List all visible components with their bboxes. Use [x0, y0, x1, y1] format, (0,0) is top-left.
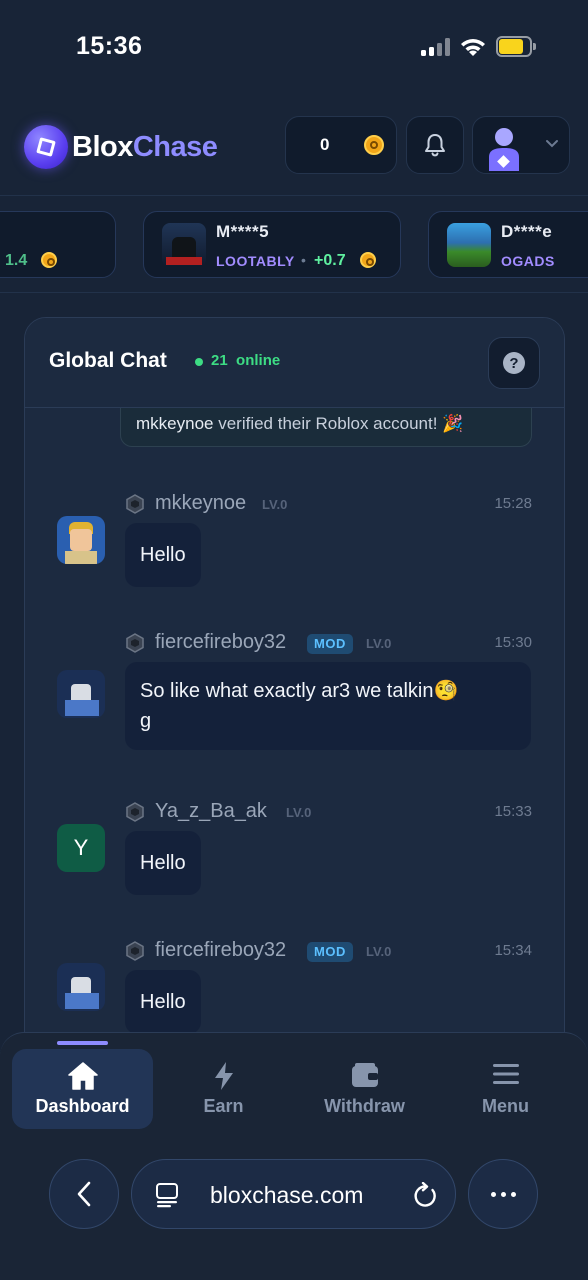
logo-text-chase: Chase: [132, 130, 218, 163]
question-icon: ?: [503, 352, 525, 374]
level-badge: LV.0: [262, 497, 288, 512]
nav-menu[interactable]: Menu: [435, 1049, 576, 1129]
message-bubble: Hello: [125, 523, 201, 587]
more-dot-icon: [510, 1191, 516, 1197]
online-count: 21 online: [211, 352, 280, 369]
bell-icon: [425, 134, 445, 157]
message-text-line: g: [140, 710, 152, 732]
profile-menu-button[interactable]: [472, 116, 570, 174]
nav-dashboard[interactable]: Dashboard: [12, 1049, 153, 1129]
more-dot-icon: [490, 1191, 496, 1197]
menu-icon: [492, 1064, 519, 1084]
ticker-item-thumbnail: [447, 223, 491, 267]
message-username[interactable]: fiercefireboy32: [155, 939, 286, 962]
global-chat-panel: Global Chat 21 online ? mkkeynoe verifie…: [24, 317, 565, 1117]
message-time: 15:34: [494, 942, 532, 959]
mod-badge: MOD: [307, 634, 353, 654]
online-indicator-icon: [195, 358, 203, 366]
avatar[interactable]: [57, 963, 105, 1011]
ticker-item-thumbnail: [162, 223, 206, 267]
level-badge: LV.0: [366, 636, 392, 651]
wallet-icon: [351, 1063, 378, 1087]
logo-mark-icon: [24, 125, 68, 169]
system-message-user[interactable]: mkkeynoe: [136, 414, 213, 433]
ticker-card[interactable]: 1.4: [0, 211, 116, 278]
browser-toolbar: bloxchase.com: [0, 1128, 588, 1280]
rank-badge-icon: [126, 633, 144, 653]
ticker-amount: 1.4: [5, 252, 28, 269]
ticker-source: LOOTABLY: [216, 253, 295, 269]
level-badge: LV.0: [366, 944, 392, 959]
nav-label: Withdraw: [324, 1096, 405, 1116]
more-dot-icon: [500, 1191, 506, 1197]
message-username[interactable]: fiercefireboy32: [155, 631, 286, 654]
avatar[interactable]: Y: [57, 824, 105, 872]
level-badge: LV.0: [286, 805, 312, 820]
system-message-text: verified their Roblox account!: [213, 414, 443, 433]
bolt-icon: [214, 1062, 233, 1090]
message-time: 15:30: [494, 634, 532, 651]
coin-icon: [364, 135, 384, 155]
url-text: bloxchase.com: [210, 1182, 364, 1208]
nav-label: Dashboard: [35, 1096, 130, 1116]
chat-header: Global Chat 21 online ?: [25, 318, 564, 408]
status-time: 15:36: [76, 32, 143, 60]
nav-earn[interactable]: Earn: [153, 1049, 294, 1129]
reload-icon[interactable]: [412, 1182, 438, 1210]
page-settings-icon: [156, 1183, 178, 1208]
ticker-username: M****5: [216, 222, 270, 241]
bloxchase-logo[interactable]: BloxChase: [24, 125, 218, 169]
earnings-ticker: 1.4 M****5 LOOTABLY • +0.7 D****e OGADS: [0, 197, 588, 293]
ticker-card[interactable]: M****5 LOOTABLY • +0.7: [143, 211, 401, 278]
wifi-icon: [461, 39, 485, 56]
rank-badge-icon: [126, 941, 144, 961]
party-popper-icon: 🎉: [442, 414, 464, 433]
browser-more-button[interactable]: [468, 1159, 538, 1229]
message-bubble: Hello: [125, 831, 201, 895]
ticker-amount: +0.7: [314, 252, 346, 269]
nav-label: Menu: [482, 1096, 529, 1116]
online-count-value: 21: [211, 352, 228, 369]
avatar-letter: Y: [73, 835, 89, 860]
ticker-separator: •: [301, 252, 306, 268]
battery-icon: [496, 36, 536, 57]
nav-withdraw[interactable]: Withdraw: [294, 1049, 435, 1129]
ticker-source: OGADS: [501, 253, 555, 269]
chat-help-button[interactable]: ?: [488, 337, 540, 389]
mod-badge: MOD: [307, 942, 353, 962]
avatar[interactable]: [57, 516, 105, 564]
chat-title: Global Chat: [49, 349, 167, 372]
home-icon: [67, 1062, 98, 1090]
chevron-left-icon: [77, 1181, 91, 1207]
active-tab-indicator: [57, 1041, 108, 1045]
coin-icon: [360, 252, 376, 268]
message-username[interactable]: mkkeynoe: [155, 492, 246, 515]
nav-label: Earn: [203, 1096, 244, 1116]
message-text-line: So like what exactly ar3 we talkin🧐: [140, 680, 459, 702]
chevron-down-icon: [546, 140, 558, 148]
user-avatar-icon: [489, 128, 519, 171]
browser-back-button[interactable]: [49, 1159, 119, 1229]
notifications-button[interactable]: [406, 116, 464, 174]
app-header: BloxChase 0: [0, 108, 588, 196]
coin-icon: [41, 252, 57, 268]
ticker-card[interactable]: D****e OGADS: [428, 211, 588, 278]
message-bubble: Hello: [125, 970, 201, 1034]
browser-address-bar[interactable]: bloxchase.com: [131, 1159, 456, 1229]
status-bar: 15:36: [0, 0, 588, 96]
message-username[interactable]: Ya_z_Ba_ak: [155, 800, 267, 823]
balance-button[interactable]: 0: [285, 116, 397, 174]
online-count-label: online: [236, 352, 281, 369]
logo-text-blox: Blox: [72, 130, 133, 163]
rank-badge-icon: [126, 802, 144, 822]
message-bubble: So like what exactly ar3 we talkin🧐 g: [125, 662, 531, 750]
message-time: 15:28: [494, 495, 532, 512]
avatar[interactable]: [57, 670, 105, 718]
cellular-signal-icon: [421, 38, 451, 56]
ticker-username: D****e: [501, 222, 553, 241]
message-time: 15:33: [494, 803, 532, 820]
rank-badge-icon: [126, 494, 144, 514]
balance-value: 0: [320, 135, 330, 154]
